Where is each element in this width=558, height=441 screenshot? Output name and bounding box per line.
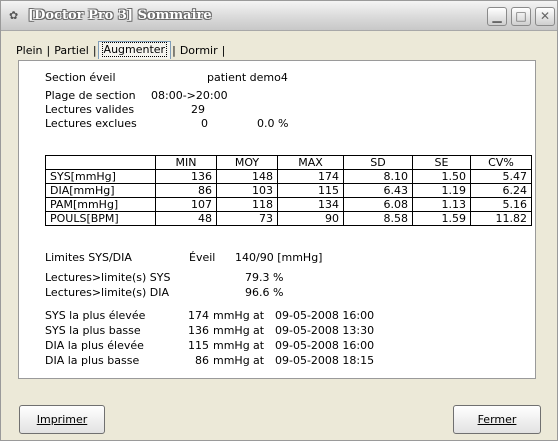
stats-table: MIN MOY MAX SD SE CV% SYS[mmHg] 136 148 … xyxy=(45,155,532,226)
cell-moy: 118 xyxy=(216,197,278,212)
cell-sd: 8.58 xyxy=(343,211,413,226)
range-value: 08:00->20:00 xyxy=(151,89,228,102)
extreme-at: at xyxy=(253,309,265,322)
cell-se: 1.50 xyxy=(412,169,471,184)
extreme-label: SYS la plus basse xyxy=(45,324,141,337)
extreme-unit: mmHg xyxy=(213,309,250,322)
column-header-moy: MOY xyxy=(216,155,278,170)
cell-min: 86 xyxy=(155,183,217,198)
cell-cv: 6.24 xyxy=(470,183,532,198)
cell-sd: 8.10 xyxy=(343,169,413,184)
cell-se: 1.13 xyxy=(412,197,471,212)
extreme-at: at xyxy=(253,354,265,367)
cell-sd: 6.08 xyxy=(343,197,413,212)
column-header-cv: CV% xyxy=(470,155,532,170)
extreme-value: 86 xyxy=(195,354,209,367)
limits-mode: Éveil xyxy=(189,251,216,264)
cell-min: 107 xyxy=(155,197,217,212)
table-row: DIA[mmHg] 86 103 115 6.43 1.19 6.24 xyxy=(45,183,532,198)
excluded-label: Lectures exclues xyxy=(45,117,137,130)
extreme-unit: mmHg xyxy=(213,339,250,352)
tab-augmenter[interactable]: Augmenter xyxy=(97,41,172,59)
row-label: DIA[mmHg] xyxy=(45,183,156,198)
window-title: [Doctor Pro 3] Sommaire xyxy=(28,8,212,23)
extreme-unit: mmHg xyxy=(213,354,250,367)
close-dialog-button[interactable]: Fermer xyxy=(453,405,541,434)
print-button[interactable]: Imprimer xyxy=(19,405,105,434)
cell-min: 48 xyxy=(155,211,217,226)
maximize-button[interactable]: □ xyxy=(511,7,531,26)
cell-max: 90 xyxy=(277,211,344,226)
column-header-min: MIN xyxy=(155,155,217,170)
excluded-value: 0 xyxy=(201,117,208,130)
extreme-label: DIA la plus basse xyxy=(45,354,140,367)
cell-cv: 11.82 xyxy=(470,211,532,226)
row-label: PAM[mmHg] xyxy=(45,197,156,212)
cell-se: 1.19 xyxy=(412,183,471,198)
tab-plein[interactable]: Plein xyxy=(13,43,46,59)
extreme-unit: mmHg xyxy=(213,324,250,337)
extreme-datetime: 09-05-2008 16:00 xyxy=(275,339,375,352)
tab-bar: Plein | Partiel | Augmenter | Dormir | xyxy=(13,41,226,59)
extreme-datetime: 09-05-2008 18:15 xyxy=(275,354,375,367)
extreme-label: DIA la plus élevée xyxy=(45,339,144,352)
table-row: SYS[mmHg] 136 148 174 8.10 1.50 5.47 xyxy=(45,169,532,184)
table-row: POULS[BPM] 48 73 90 8.58 1.59 11.82 xyxy=(45,211,532,226)
column-header-max: MAX xyxy=(277,155,344,170)
dia-over-limit-label: Lectures>limite(s) DIA xyxy=(45,286,170,299)
app-icon: ✿ xyxy=(9,9,19,22)
column-header-se: SE xyxy=(412,155,471,170)
cell-sd: 6.43 xyxy=(343,183,413,198)
excluded-pct: 0.0 % xyxy=(257,117,289,130)
limits-label: Limites SYS/DIA xyxy=(45,251,132,264)
cell-moy: 148 xyxy=(216,169,278,184)
row-label: POULS[BPM] xyxy=(45,211,156,226)
cell-cv: 5.16 xyxy=(470,197,532,212)
cell-max: 174 xyxy=(277,169,344,184)
valid-label: Lectures valides xyxy=(45,103,135,116)
valid-value: 29 xyxy=(191,103,205,116)
column-header-sd: SD xyxy=(343,155,413,170)
extreme-at: at xyxy=(253,339,265,352)
cell-se: 1.59 xyxy=(412,211,471,226)
title-bar[interactable]: ✿ [Doctor Pro 3] Sommaire ▁ □ ✕ xyxy=(1,1,557,31)
summary-panel: Section éveil patient demo4 Plage de sec… xyxy=(18,60,536,379)
extreme-datetime: 09-05-2008 13:30 xyxy=(275,324,375,337)
cell-moy: 103 xyxy=(216,183,278,198)
cell-min: 136 xyxy=(155,169,217,184)
limits-value: 140/90 [mmHg] xyxy=(235,251,323,264)
extreme-value: 136 xyxy=(188,324,209,337)
table-row: PAM[mmHg] 107 118 134 6.08 1.13 5.16 xyxy=(45,197,532,212)
extreme-value: 174 xyxy=(188,309,209,322)
tab-separator: | xyxy=(221,44,226,57)
cell-cv: 5.47 xyxy=(470,169,532,184)
minimize-button[interactable]: ▁ xyxy=(487,7,507,26)
tab-augmenter-label: Augmenter xyxy=(101,42,168,57)
cell-moy: 73 xyxy=(216,211,278,226)
sys-over-limit-pct: 79.3 % xyxy=(245,271,284,284)
range-label: Plage de section xyxy=(45,89,136,102)
summary-window: ✿ [Doctor Pro 3] Sommaire ▁ □ ✕ Plein | … xyxy=(0,0,558,441)
cell-max: 134 xyxy=(277,197,344,212)
extreme-label: SYS la plus élevée xyxy=(45,309,146,322)
close-button[interactable]: ✕ xyxy=(535,7,555,26)
tab-partiel[interactable]: Partiel xyxy=(51,43,92,59)
table-header-row: MIN MOY MAX SD SE CV% xyxy=(45,155,532,170)
cell-max: 115 xyxy=(277,183,344,198)
section-label: Section éveil xyxy=(45,71,116,84)
column-header-label xyxy=(45,155,156,170)
extreme-at: at xyxy=(253,324,265,337)
tab-dormir[interactable]: Dormir xyxy=(177,43,221,59)
sys-over-limit-label: Lectures>limite(s) SYS xyxy=(45,271,171,284)
row-label: SYS[mmHg] xyxy=(45,169,156,184)
patient-name: patient demo4 xyxy=(207,71,288,84)
dia-over-limit-pct: 96.6 % xyxy=(245,286,284,299)
extreme-datetime: 09-05-2008 16:00 xyxy=(275,309,375,322)
extreme-value: 115 xyxy=(188,339,209,352)
